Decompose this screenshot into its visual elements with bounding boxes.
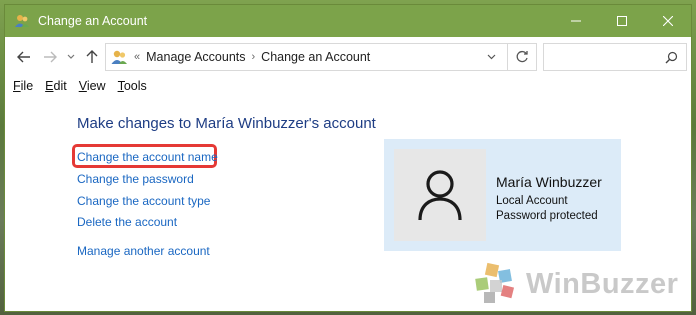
menu-tools[interactable]: Tools bbox=[118, 79, 147, 93]
minimize-button[interactable] bbox=[553, 5, 599, 37]
up-arrow-icon bbox=[86, 50, 98, 63]
watermark: WinBuzzer bbox=[472, 262, 678, 306]
maximize-icon bbox=[617, 16, 627, 26]
breadcrumb-manage-accounts[interactable]: Manage Accounts bbox=[146, 50, 245, 64]
breadcrumb-separator-icon: › bbox=[251, 51, 256, 63]
account-card: María Winbuzzer Local Account Password p… bbox=[384, 139, 621, 251]
title-bar: Change an Account bbox=[5, 5, 691, 37]
forward-button[interactable] bbox=[37, 43, 63, 71]
breadcrumb-change-account[interactable]: Change an Account bbox=[261, 50, 370, 64]
forward-arrow-icon bbox=[44, 51, 57, 63]
menu-bar: File Edit View Tools bbox=[5, 77, 691, 95]
watermark-text: WinBuzzer bbox=[526, 267, 679, 300]
navigation-bar: « Manage Accounts › Change an Account bbox=[5, 37, 691, 77]
winbuzzer-logo-icon bbox=[475, 262, 515, 303]
search-icon bbox=[665, 51, 678, 63]
address-dropdown-button[interactable] bbox=[480, 44, 502, 70]
back-arrow-icon bbox=[17, 51, 30, 63]
maximize-button[interactable] bbox=[599, 5, 645, 37]
menu-view[interactable]: View bbox=[79, 79, 106, 93]
menu-file[interactable]: File bbox=[13, 79, 33, 93]
account-name: María Winbuzzer bbox=[496, 174, 602, 190]
users-icon bbox=[111, 50, 127, 64]
menu-edit[interactable]: Edit bbox=[45, 79, 67, 93]
users-icon bbox=[15, 15, 29, 27]
recent-chevron-icon bbox=[67, 54, 75, 59]
address-bar[interactable]: « Manage Accounts › Change an Account bbox=[105, 43, 537, 71]
close-icon bbox=[663, 16, 673, 26]
change-account-type-link[interactable]: Change the account type bbox=[77, 194, 210, 208]
avatar bbox=[394, 149, 486, 241]
back-button[interactable] bbox=[11, 43, 37, 71]
refresh-icon bbox=[516, 50, 528, 63]
up-button[interactable] bbox=[79, 43, 105, 71]
manage-another-account-link[interactable]: Manage another account bbox=[77, 244, 210, 258]
change-password-link[interactable]: Change the password bbox=[77, 172, 194, 186]
minimize-icon bbox=[571, 20, 581, 22]
change-account-name-link[interactable]: Change the account name bbox=[77, 150, 218, 164]
chevron-down-icon bbox=[487, 54, 495, 60]
account-password-status: Password protected bbox=[496, 210, 598, 222]
recent-locations-button[interactable] bbox=[63, 43, 79, 71]
window-title: Change an Account bbox=[38, 14, 148, 28]
account-type: Local Account bbox=[496, 195, 568, 207]
breadcrumb-overflow[interactable]: « bbox=[134, 51, 140, 63]
refresh-button[interactable] bbox=[507, 43, 535, 71]
close-button[interactable] bbox=[645, 5, 691, 37]
page-title: Make changes to María Winbuzzer's accoun… bbox=[77, 115, 376, 132]
search-input[interactable] bbox=[543, 43, 687, 71]
user-avatar-icon bbox=[418, 170, 462, 221]
delete-account-link[interactable]: Delete the account bbox=[77, 215, 177, 229]
